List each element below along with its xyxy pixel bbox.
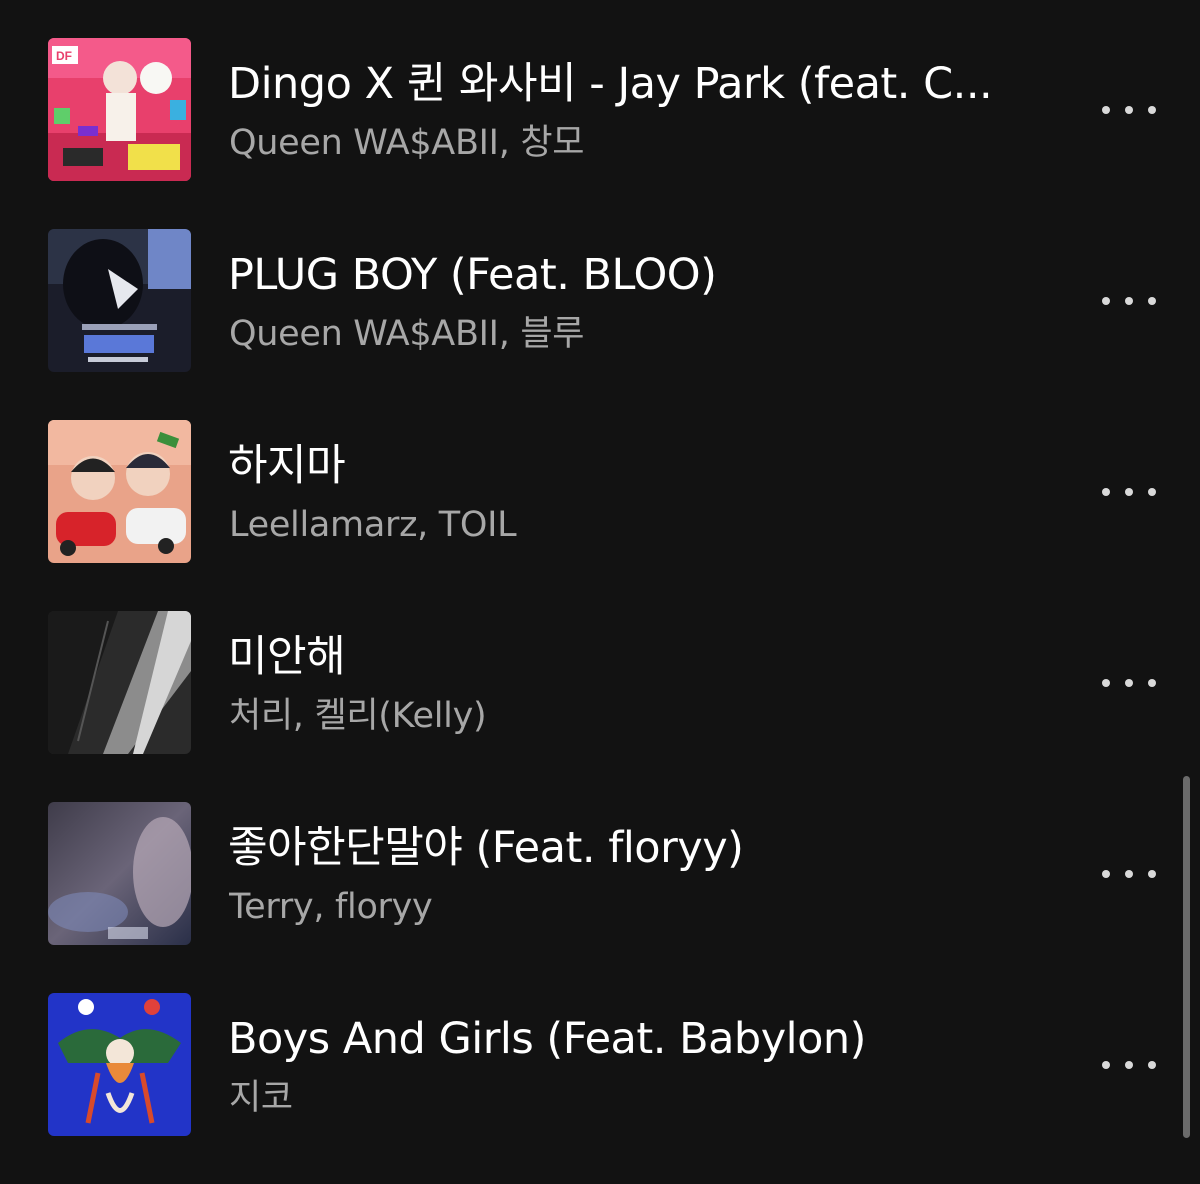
more-options-button[interactable] [1096,1045,1162,1085]
track-artist[interactable]: Queen WA$ABII, 블루 [229,311,989,357]
track-row[interactable]: 미안해 처리, 켈리(Kelly) [0,611,1180,802]
album-cover-art [48,229,191,372]
track-title[interactable]: 미안해 [228,629,998,685]
more-options-button[interactable] [1096,854,1162,894]
album-cover[interactable]: DF [48,38,191,181]
track-list: DF Dingo X 퀸 와사비 - Jay Park (feat. C... … [0,0,1200,1146]
track-row[interactable]: 하지마 Leellamarz, TOIL [0,420,1180,611]
more-horizontal-icon [1148,297,1156,305]
more-horizontal-icon [1102,106,1110,114]
more-horizontal-icon [1125,870,1133,878]
track-artist[interactable]: 지코 [229,1075,989,1121]
track-row[interactable]: PLUG BOY (Feat. BLOO) Queen WA$ABII, 블루 [0,229,1180,420]
album-cover[interactable] [48,229,191,372]
track-title[interactable]: 하지마 [228,438,998,494]
more-options-button[interactable] [1096,281,1162,321]
track-title[interactable]: Boys And Girls (Feat. Babylon) [228,1011,998,1067]
album-cover[interactable] [48,993,191,1136]
more-options-button[interactable] [1096,90,1162,130]
scrollbar-thumb[interactable] [1183,776,1190,1138]
track-title[interactable]: PLUG BOY (Feat. BLOO) [228,247,998,303]
track-artist[interactable]: 처리, 켈리(Kelly) [229,693,989,739]
album-cover-art: DF [48,38,191,181]
album-cover-art [48,420,191,563]
more-horizontal-icon [1148,679,1156,687]
track-row[interactable]: Boys And Girls (Feat. Babylon) 지코 [0,993,1180,1184]
track-artist[interactable]: Queen WA$ABII, 창모 [229,120,989,166]
track-row[interactable]: 좋아한단말야 (Feat. floryy) Terry, floryy [0,802,1180,993]
track-artist[interactable]: Leellamarz, TOIL [229,502,989,548]
track-title[interactable]: 좋아한단말야 (Feat. floryy) [228,820,998,876]
svg-text:DF: DF [56,49,72,63]
more-horizontal-icon [1125,1061,1133,1069]
more-horizontal-icon [1125,679,1133,687]
album-cover-art [48,611,191,754]
track-artist[interactable]: Terry, floryy [229,884,989,930]
more-options-button[interactable] [1096,472,1162,512]
more-options-button[interactable] [1096,663,1162,703]
track-title[interactable]: Dingo X 퀸 와사비 - Jay Park (feat. C... [228,56,998,112]
album-cover[interactable] [48,802,191,945]
more-horizontal-icon [1148,488,1156,496]
album-cover[interactable] [48,611,191,754]
more-horizontal-icon [1102,297,1110,305]
more-horizontal-icon [1125,106,1133,114]
album-cover-art [48,993,191,1136]
more-horizontal-icon [1148,106,1156,114]
more-horizontal-icon [1148,870,1156,878]
track-row[interactable]: DF Dingo X 퀸 와사비 - Jay Park (feat. C... … [0,38,1180,229]
more-horizontal-icon [1102,679,1110,687]
more-horizontal-icon [1148,1061,1156,1069]
more-horizontal-icon [1125,488,1133,496]
more-horizontal-icon [1125,297,1133,305]
album-cover-art [48,802,191,945]
more-horizontal-icon [1102,1061,1110,1069]
more-horizontal-icon [1102,488,1110,496]
more-horizontal-icon [1102,870,1110,878]
album-cover[interactable] [48,420,191,563]
